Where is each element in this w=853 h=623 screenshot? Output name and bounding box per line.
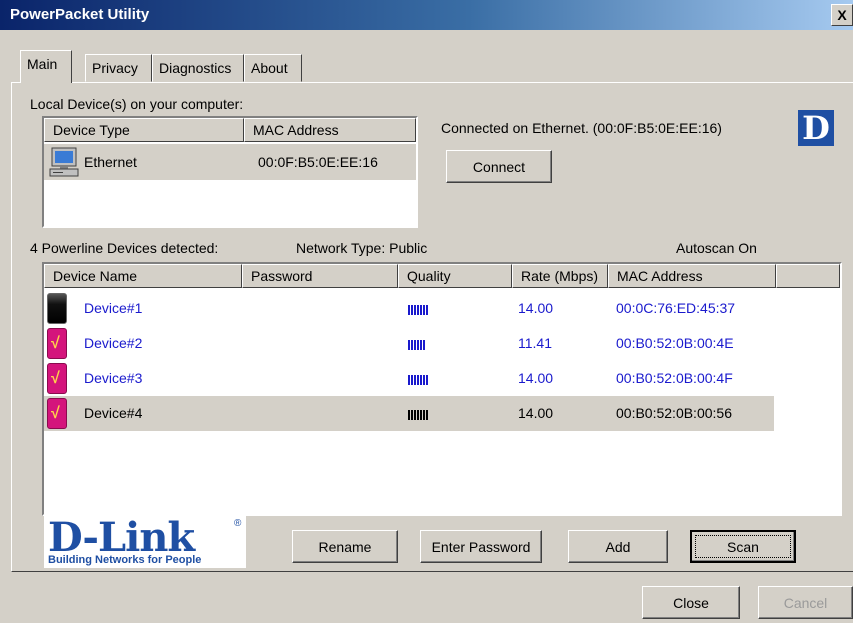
network-type-label: Network Type: Public <box>296 240 428 256</box>
device-name: Device#2 <box>84 335 143 351</box>
powerline-device-list[interactable]: Device Name Password Quality Rate (Mbps)… <box>42 262 842 516</box>
device-name: Device#1 <box>84 300 143 316</box>
tab-diagnostics[interactable]: Diagnostics <box>152 54 244 82</box>
column-header-mac-address[interactable]: MAC Address <box>608 264 776 288</box>
quality-bars-icon <box>408 340 426 350</box>
scan-button[interactable]: Scan <box>690 530 796 563</box>
add-button[interactable]: Add <box>568 530 668 563</box>
adapter-pink-icon <box>47 398 67 429</box>
device-name: Device#4 <box>84 405 143 421</box>
device-row[interactable]: Device#3 14.00 00:B0:52:0B:00:4F <box>44 361 774 396</box>
device-name: Device#3 <box>84 370 143 386</box>
device-mac: 00:B0:52:0B:00:4F <box>616 370 733 386</box>
tab-privacy[interactable]: Privacy <box>85 54 152 82</box>
device-mac: 00:0C:76:ED:45:37 <box>616 300 736 316</box>
column-header-mac-address[interactable]: MAC Address <box>244 118 416 142</box>
dlink-corner-logo: D <box>798 110 834 146</box>
tab-main[interactable]: Main <box>20 50 72 83</box>
rename-button[interactable]: Rename <box>292 530 398 563</box>
device-row-selected[interactable]: Device#4 14.00 00:B0:52:0B:00:56 <box>44 396 774 431</box>
quality-bars-icon <box>408 410 429 420</box>
column-header-rate[interactable]: Rate (Mbps) <box>512 264 608 288</box>
device-rate: 14.00 <box>518 405 554 421</box>
scan-button-label: Scan <box>727 538 759 555</box>
title-bar: PowerPacket Utility X <box>0 0 853 30</box>
quality-bars-icon <box>408 375 429 385</box>
column-header-password[interactable]: Password <box>242 264 398 288</box>
autoscan-status: Autoscan On <box>676 240 757 256</box>
enter-password-button[interactable]: Enter Password <box>420 530 542 563</box>
adapter-black-icon <box>47 293 67 324</box>
connection-status: Connected on Ethernet. (00:0F:B5:0E:EE:1… <box>441 120 722 136</box>
connect-button[interactable]: Connect <box>446 150 552 183</box>
local-devices-list[interactable]: Device Type MAC Address Ethernet 00:0F:B… <box>42 116 418 228</box>
adapter-pink-icon <box>47 328 67 359</box>
device-mac: 00:B0:52:0B:00:4E <box>616 335 734 351</box>
device-rate: 14.00 <box>518 370 554 386</box>
registered-mark: ® <box>234 518 242 529</box>
computer-icon <box>49 147 79 177</box>
device-row[interactable]: Device#2 11.41 00:B0:52:0B:00:4E <box>44 326 774 361</box>
local-device-mac: 00:0F:B5:0E:EE:16 <box>258 154 378 170</box>
window-close-button[interactable]: X <box>831 4 853 26</box>
cancel-button[interactable]: Cancel <box>758 586 853 619</box>
device-mac: 00:B0:52:0B:00:56 <box>616 405 732 421</box>
local-device-type: Ethernet <box>84 154 137 170</box>
column-header-device-name[interactable]: Device Name <box>44 264 242 288</box>
devices-detected-label: 4 Powerline Devices detected: <box>30 240 219 256</box>
local-devices-heading: Local Device(s) on your computer: <box>30 96 244 112</box>
quality-bars-icon <box>408 305 429 315</box>
local-device-row[interactable]: Ethernet 00:0F:B5:0E:EE:16 <box>44 144 416 180</box>
dlink-logo: D-Link ® Building Networks for People <box>44 514 246 568</box>
device-rate: 11.41 <box>518 335 552 351</box>
device-rate: 14.00 <box>518 300 554 316</box>
column-header-device-type[interactable]: Device Type <box>44 118 244 142</box>
tab-about[interactable]: About <box>244 54 302 82</box>
adapter-pink-icon <box>47 363 67 394</box>
window-title: PowerPacket Utility <box>10 6 150 23</box>
device-row[interactable]: Device#1 14.00 00:0C:76:ED:45:37 <box>44 291 774 326</box>
dlink-tagline: Building Networks for People <box>48 554 202 566</box>
column-header-quality[interactable]: Quality <box>398 264 512 288</box>
close-button[interactable]: Close <box>642 586 740 619</box>
column-header-filler <box>776 264 840 288</box>
